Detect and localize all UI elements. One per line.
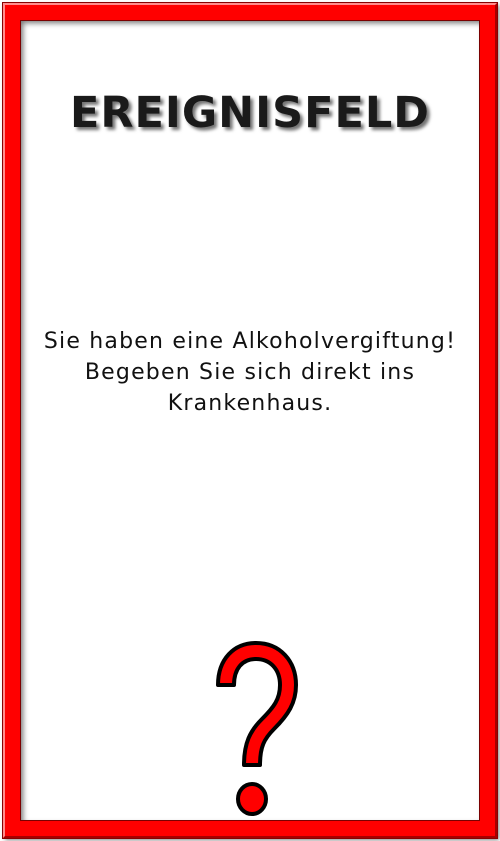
card-message: Sie haben eine Alkoholvergiftung! Begebe… [20, 326, 480, 419]
message-line-1: Sie haben eine Alkoholvergiftung! [43, 329, 457, 354]
question-mark-icon [216, 641, 298, 816]
message-line-3: Krankenhaus. [167, 391, 333, 416]
message-line-2: Begeben Sie sich direkt ins [84, 360, 416, 385]
card-title: EREIGNISFELD [70, 88, 430, 138]
event-card: EREIGNISFELD Sie haben eine Alkoholvergi… [0, 0, 500, 841]
